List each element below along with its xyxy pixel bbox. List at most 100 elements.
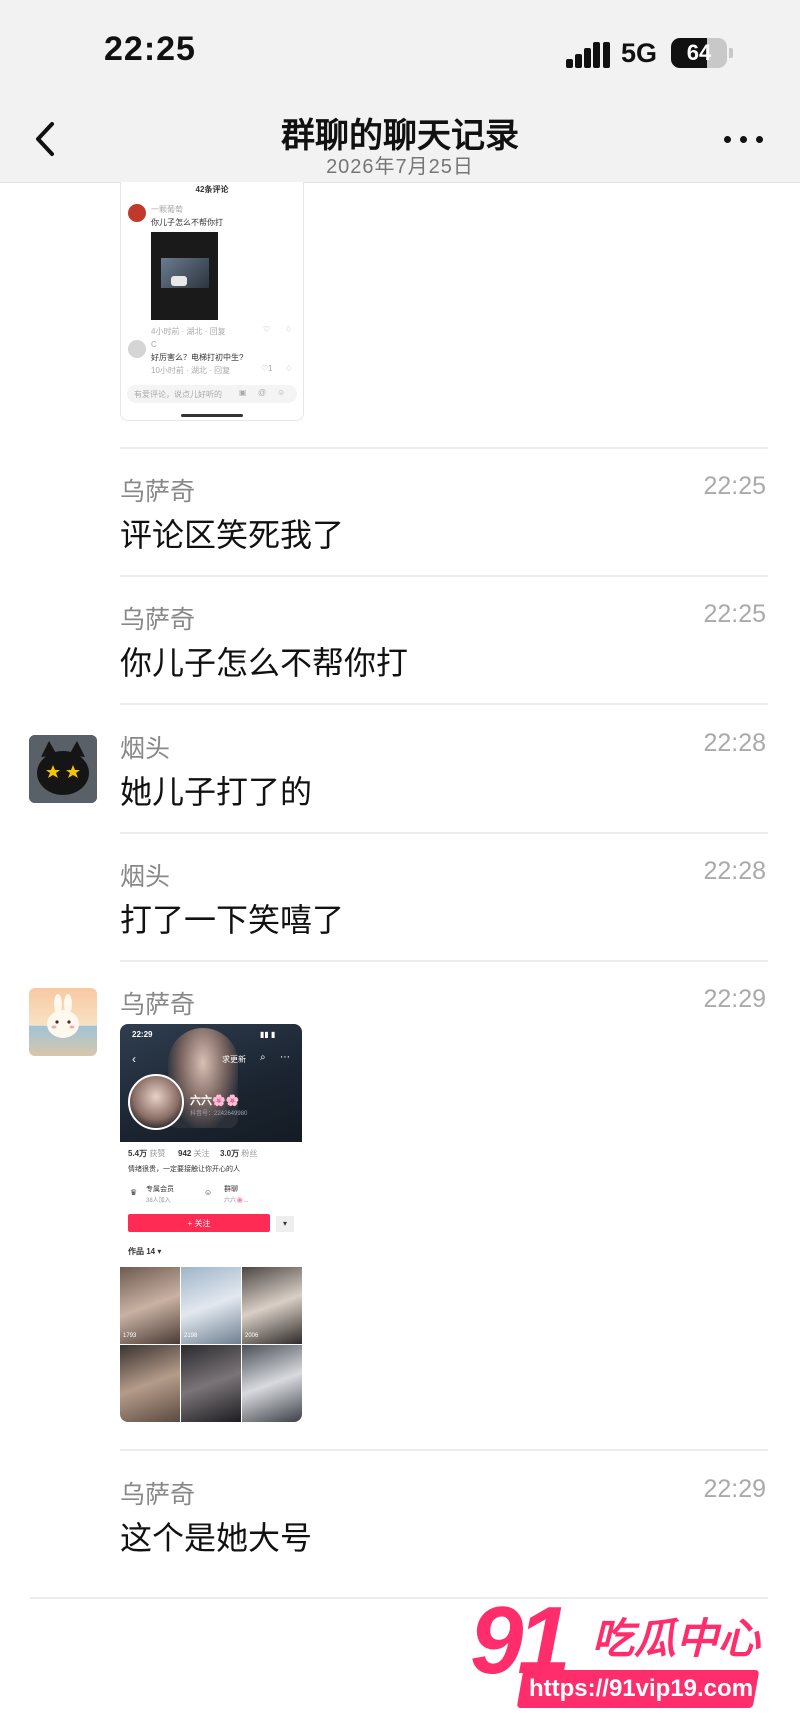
chat-message[interactable]: 烟头 22:28 打了一下笑嘻了 xyxy=(0,855,800,938)
bottom-divider xyxy=(30,1597,768,1599)
message-text: 打了一下笑嘻了 xyxy=(120,902,345,938)
profile-status-time: 22:29 xyxy=(132,1030,153,1039)
nav-bar: 群聊的聊天记录 2026年7月25日 xyxy=(0,100,800,183)
work-thumb xyxy=(120,1345,180,1422)
watermark-url: https://91vip19.com xyxy=(528,1675,754,1702)
profile-update-label: 求更新 xyxy=(222,1055,246,1064)
thumb-count: 2006 xyxy=(245,1333,259,1339)
work-thumb xyxy=(181,1345,241,1422)
sender-name: 乌萨奇 xyxy=(120,478,196,506)
comment2-like-count: 1 xyxy=(268,364,273,373)
watermark-text: 吃瓜中心 xyxy=(592,1615,761,1662)
sender-name: 烟头 xyxy=(120,735,171,763)
comment2-text: 好厉害么？电梯打初中生? xyxy=(151,353,244,362)
message-text: 你儿子怎么不帮你打 xyxy=(120,645,409,681)
comment1-meta: 4小时前 · 湖北 · 回复 xyxy=(151,327,226,336)
shared-image-profile[interactable]: 22:29 ▮▮ ▮ ‹ 求更新 ⌕ ⋯ 六六🌸🌸 抖音号：2242649980… xyxy=(120,1024,302,1422)
group-card: ☺ 群聊 六六🌸... xyxy=(200,1182,290,1206)
message-time: 22:25 xyxy=(703,472,766,500)
stat-label: 粉丝 xyxy=(241,1149,258,1158)
profile-search-icon: ⌕ xyxy=(260,1052,266,1063)
message-text: 她儿子打了的 xyxy=(120,774,313,810)
divider xyxy=(120,960,768,962)
comment2-likes: ♡1 xyxy=(261,364,273,373)
dislike-icon: ♢ xyxy=(285,364,293,373)
status-time: 22:25 xyxy=(104,30,196,68)
stat-label: 关注 xyxy=(193,1149,210,1158)
battery-icon: 64 xyxy=(671,38,727,68)
comment2-user: C xyxy=(151,340,157,349)
watermark-logo: 91 吃瓜中心 https://91vip19.com xyxy=(470,1587,770,1720)
divider xyxy=(120,447,768,449)
bunny-avatar-icon xyxy=(29,988,97,1056)
commenter-avatar xyxy=(128,204,146,222)
chat-message[interactable]: 乌萨奇 22:29 这个是她大号 xyxy=(0,1473,800,1556)
chat-message[interactable]: 烟头 22:28 她儿子打了的 xyxy=(0,727,800,810)
thumb-count: 2198 xyxy=(184,1333,198,1339)
comment1-text: 你儿子怎么不帮你打 xyxy=(151,218,223,227)
status-bar: 22:25 5G 64 xyxy=(0,0,800,100)
comment-input: 有爱评论，说点儿好听的 ▣ @ ☺ xyxy=(127,385,297,403)
works-grid: 1793 2198 2006 xyxy=(120,1267,302,1422)
dropdown-icon: ▾ xyxy=(276,1216,294,1232)
page-subtitle: 2026年7月25日 xyxy=(326,156,474,178)
chat-message[interactable]: 乌萨奇 22:29 xyxy=(0,983,800,1056)
message-time: 22:25 xyxy=(703,600,766,628)
divider xyxy=(120,1449,768,1451)
profile-avatar xyxy=(128,1074,184,1130)
more-dots-icon xyxy=(724,136,731,143)
sender-name: 乌萨奇 xyxy=(120,1481,196,1509)
divider xyxy=(120,703,768,705)
sender-name: 烟头 xyxy=(120,863,171,891)
stat-value: 3.0万 xyxy=(220,1149,240,1158)
profile-back-icon: ‹ xyxy=(132,1052,136,1066)
comment2-meta: 10小时前 · 湖北 · 回复 xyxy=(151,366,231,375)
member-icon: ♛ xyxy=(130,1188,138,1197)
sender-name: 乌萨奇 xyxy=(120,606,196,634)
chat-message[interactable]: 乌萨奇 22:25 评论区笑死我了 xyxy=(0,470,800,553)
more-button[interactable] xyxy=(722,124,766,154)
stat-following: 942 关注 xyxy=(178,1148,210,1159)
dislike-icon: ♢ xyxy=(285,325,293,334)
divider xyxy=(120,832,768,834)
image-icon: ▣ xyxy=(239,388,247,397)
group-icon: ☺ xyxy=(204,1188,213,1197)
work-thumb xyxy=(242,1345,302,1422)
stat-value: 942 xyxy=(178,1149,192,1158)
home-indicator xyxy=(181,414,243,417)
avatar[interactable] xyxy=(29,735,97,803)
comment-photo xyxy=(151,232,218,320)
message-time: 22:29 xyxy=(703,1475,766,1503)
emoji-icon: ☺ xyxy=(277,388,286,397)
message-time: 22:28 xyxy=(703,729,766,757)
stat-label: 获赞 xyxy=(149,1149,166,1158)
message-time: 22:28 xyxy=(703,857,766,885)
work-thumb: 1793 xyxy=(120,1267,180,1344)
member-card: ♛ 专属会员 38人加入 xyxy=(126,1182,196,1206)
stat-value: 5.4万 xyxy=(128,1149,148,1158)
group-sub: 六六🌸... xyxy=(224,1198,249,1204)
works-label: 作品 14 ▾ xyxy=(128,1247,162,1256)
profile-name: 六六🌸🌸 xyxy=(190,1095,240,1107)
heart-icon: ♡ xyxy=(263,325,271,334)
commenter2-avatar xyxy=(128,340,146,358)
work-thumb: 2006 xyxy=(242,1267,302,1344)
divider xyxy=(120,575,768,577)
avatar[interactable] xyxy=(29,988,97,1056)
profile-more-icon: ⋯ xyxy=(280,1052,290,1063)
message-text: 这个是她大号 xyxy=(120,1520,313,1556)
profile-signal-icon: ▮▮ ▮ xyxy=(260,1030,276,1039)
group-title: 群聊 xyxy=(224,1186,238,1193)
member-sub: 38人加入 xyxy=(146,1198,171,1204)
message-time: 22:29 xyxy=(703,985,766,1013)
stat-fans: 3.0万 粉丝 xyxy=(220,1148,257,1159)
profile-account: 抖音号：2242649980 xyxy=(190,1111,248,1117)
chat-message[interactable]: 乌萨奇 22:25 你儿子怎么不帮你打 xyxy=(0,598,800,681)
at-icon: @ xyxy=(258,388,267,397)
sender-name: 乌萨奇 xyxy=(120,991,196,1019)
shared-image-comments[interactable]: 42条评论 一颗葡萄 你儿子怎么不帮你打 4小时前 · 湖北 · 回复 ♡ ♢ … xyxy=(120,182,304,421)
follow-button: + 关注 xyxy=(128,1214,270,1232)
black-cat-avatar-icon xyxy=(29,735,97,803)
comment1-user: 一颗葡萄 xyxy=(151,205,183,214)
member-title: 专属会员 xyxy=(146,1186,174,1193)
